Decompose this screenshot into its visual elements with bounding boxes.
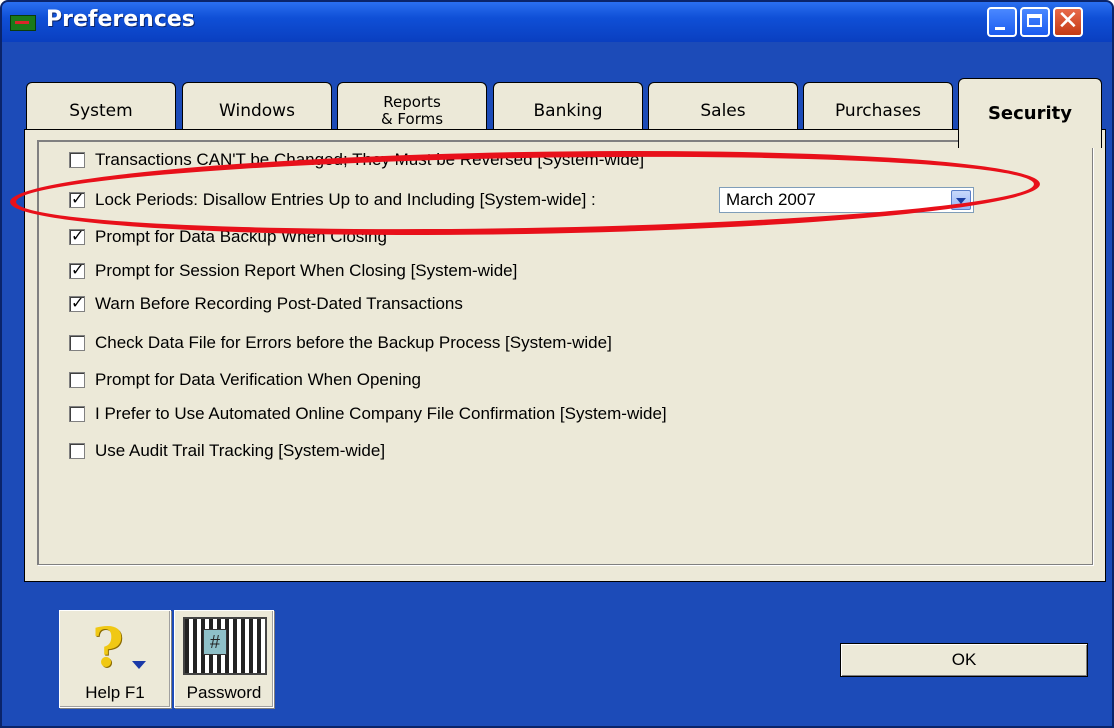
tab-security[interactable]: Security [958, 78, 1102, 148]
dropdown-arrow-icon[interactable] [951, 190, 971, 210]
checkbox[interactable] [69, 226, 85, 245]
option-prompt-session-report[interactable]: Prompt for Session Report When Closing [… [69, 259, 517, 283]
maximize-button[interactable] [1020, 7, 1050, 37]
option-label: Prompt for Data Verification When Openin… [95, 370, 421, 389]
maximize-icon [1027, 14, 1042, 27]
help-button[interactable]: ? Help F1 [59, 610, 171, 708]
help-button-label: Help F1 [85, 683, 145, 702]
option-label: Check Data File for Errors before the Ba… [95, 333, 612, 352]
checkbox[interactable] [69, 260, 85, 279]
option-warn-post-dated[interactable]: Warn Before Recording Post-Dated Transac… [69, 292, 463, 316]
title-bar[interactable]: Preferences ✕ [2, 2, 1112, 42]
option-label: Warn Before Recording Post-Dated Transac… [95, 294, 463, 313]
option-audit-trail[interactable]: Use Audit Trail Tracking [System-wide] [69, 439, 385, 463]
option-label: Prompt for Session Report When Closing [… [95, 261, 518, 280]
minimize-icon [995, 27, 1005, 30]
lock-period-value: March 2007 [726, 190, 816, 209]
checkbox[interactable] [69, 152, 85, 168]
checkbox[interactable] [69, 293, 85, 312]
option-online-confirmation[interactable]: I Prefer to Use Automated Online Company… [69, 402, 667, 426]
close-icon: ✕ [1057, 6, 1079, 36]
option-lock-periods[interactable]: Lock Periods: Disallow Entries Up to and… [69, 188, 596, 212]
password-icon [183, 617, 267, 675]
checkbox[interactable] [69, 443, 85, 459]
ok-button[interactable]: OK [840, 643, 1088, 677]
option-label: Transactions CAN'T be Changed; They Must… [95, 150, 645, 169]
preferences-window: Preferences ✕ System Windows Reports & F… [0, 0, 1114, 728]
option-label: Lock Periods: Disallow Entries Up to and… [95, 190, 596, 209]
help-icon: ? [92, 615, 124, 679]
lock-period-select[interactable]: March 2007 [719, 187, 974, 213]
password-button-label: Password [186, 683, 262, 702]
option-transactions-cant-change[interactable]: Transactions CAN'T be Changed; They Must… [69, 148, 644, 172]
chevron-down-icon [132, 661, 146, 669]
checkbox[interactable] [69, 406, 85, 422]
minimize-button[interactable] [987, 7, 1017, 37]
checkbox[interactable] [69, 335, 85, 351]
option-label: Prompt for Data Backup When Closing [95, 227, 387, 246]
option-label: I Prefer to Use Automated Online Company… [95, 404, 667, 423]
checkbox[interactable] [69, 189, 85, 208]
close-button[interactable]: ✕ [1053, 6, 1083, 37]
password-button[interactable]: Password [174, 610, 274, 708]
window-title: Preferences [46, 7, 195, 32]
option-check-data-file[interactable]: Check Data File for Errors before the Ba… [69, 331, 612, 355]
option-prompt-verification[interactable]: Prompt for Data Verification When Openin… [69, 368, 421, 392]
checkbox[interactable] [69, 372, 85, 388]
option-prompt-backup[interactable]: Prompt for Data Backup When Closing [69, 225, 387, 249]
tab-strip: System Windows Reports & Forms Banking S… [24, 72, 1104, 148]
option-label: Use Audit Trail Tracking [System-wide] [95, 441, 386, 460]
app-icon [10, 15, 36, 31]
